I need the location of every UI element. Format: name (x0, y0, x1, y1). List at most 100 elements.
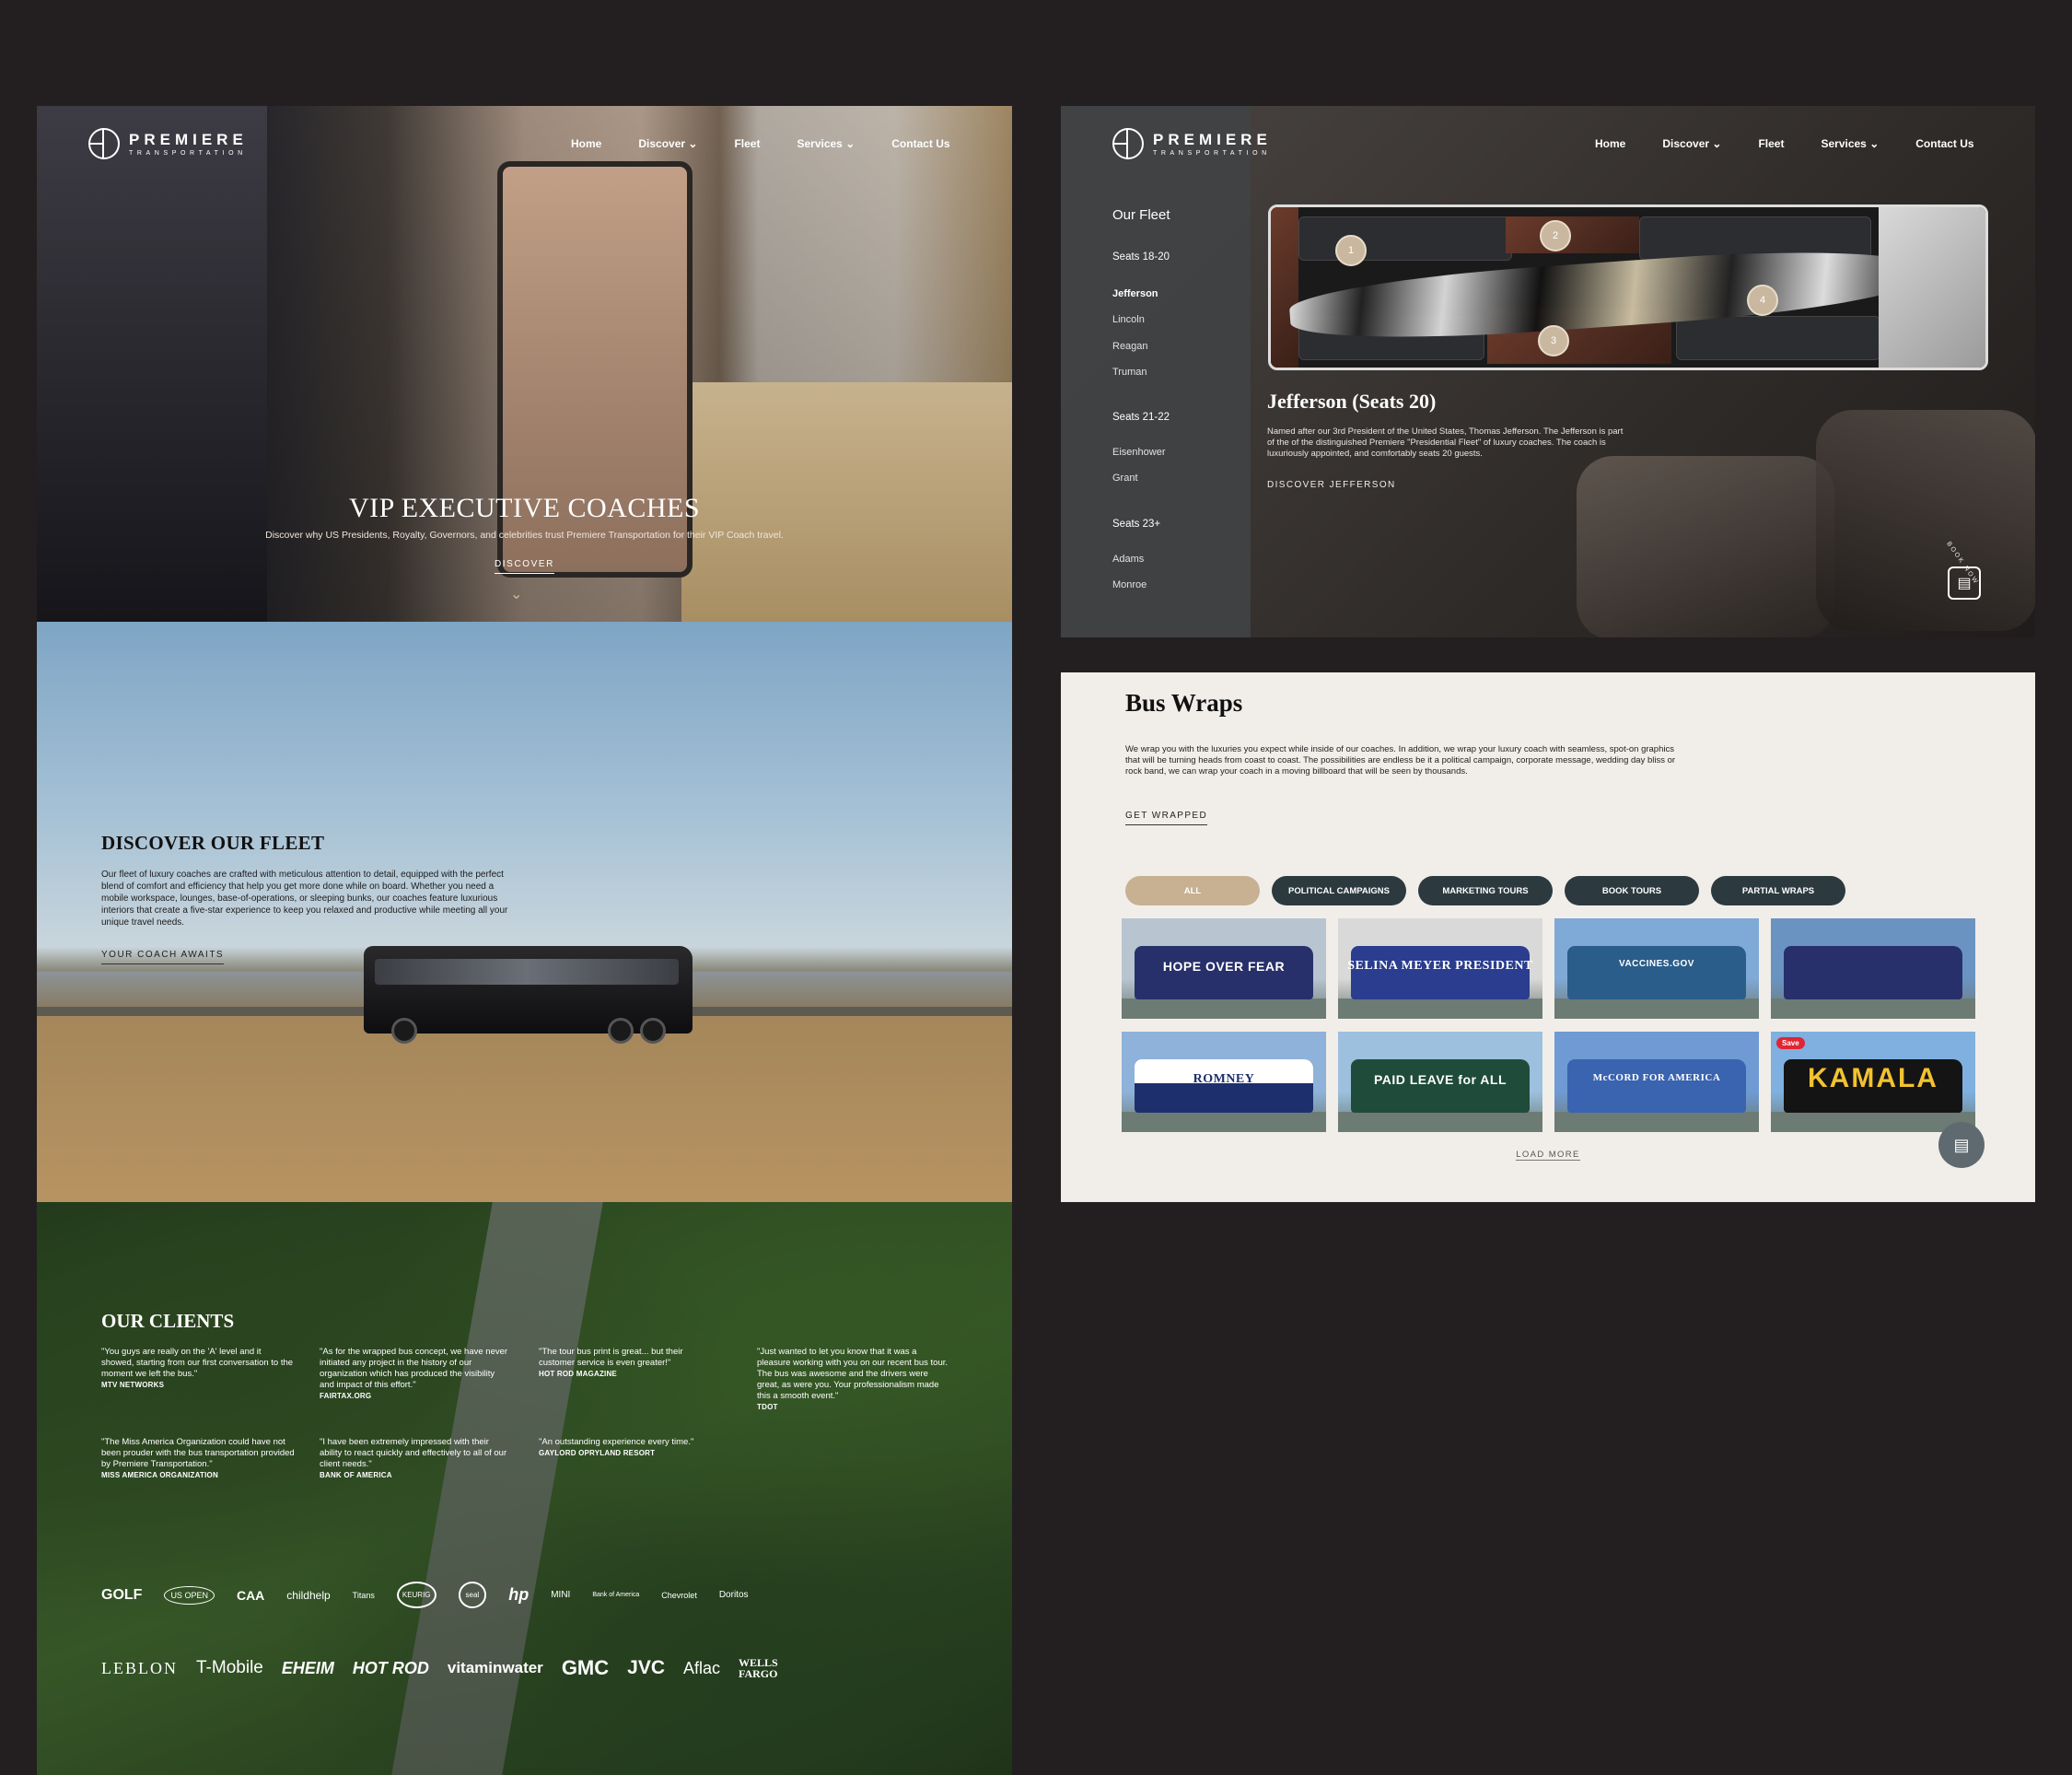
wrap-thumb[interactable]: ROMNEY (1122, 1032, 1326, 1132)
sidebar-item-adams[interactable]: Adams (1112, 554, 1144, 565)
sidebar-item-grant[interactable]: Grant (1112, 473, 1138, 484)
sidebar-item-truman[interactable]: Truman (1112, 367, 1147, 378)
wheel-icon (608, 1018, 634, 1044)
coach-title: Jefferson (Seats 20) (1267, 390, 1437, 413)
wrap-caption: ROMNEY (1193, 1072, 1255, 1086)
wrap-thumb[interactable]: McCORD FOR AMERICA (1554, 1032, 1759, 1132)
chevron-down-icon: ⌄ (1869, 137, 1880, 150)
filter-all[interactable]: ALL (1125, 876, 1260, 905)
filter-book-tours[interactable]: BOOK TOURS (1565, 876, 1699, 905)
overlay (37, 1202, 1012, 1775)
wrap-thumb[interactable]: PAID LEAVE for ALL (1338, 1032, 1542, 1132)
main-nav: Home Discover ⌄ Fleet Services ⌄ Contact… (1595, 137, 1974, 150)
brand-sub: TRANSPORTATION (129, 149, 247, 157)
main-nav: Home Discover ⌄ Fleet Services ⌄ Contact… (571, 137, 950, 150)
brand-logo[interactable]: PREMIERE TRANSPORTATION (88, 128, 248, 159)
sidebar-item-reagan[interactable]: Reagan (1112, 341, 1148, 352)
nav-home[interactable]: Home (1595, 137, 1625, 150)
fleet-body: Our fleet of luxury coaches are crafted … (101, 870, 508, 928)
save-button[interactable]: Save (1776, 1037, 1805, 1049)
clients-heading: OUR CLIENTS (101, 1310, 235, 1332)
testimonial: "I have been extremely impressed with th… (320, 1437, 507, 1479)
scroll-down-icon[interactable]: ⌄ (510, 585, 522, 603)
seat-marker[interactable]: 2 (1540, 220, 1571, 251)
chevron-down-icon: ⌄ (845, 137, 856, 150)
bus-wraps-section: Bus Wraps We wrap you with the luxuries … (1061, 672, 2035, 1202)
seat-marker[interactable]: 4 (1747, 285, 1778, 316)
wrap-filters: ALL POLITICAL CAMPAIGNS MARKETING TOURS … (1125, 876, 1845, 905)
eheim-logo: EHEIM (281, 1658, 334, 1677)
seat-marker[interactable]: 1 (1335, 235, 1367, 266)
bus-icon[interactable]: ▤ (1938, 1122, 1985, 1168)
brand-logo[interactable]: PREMIERE TRANSPORTATION (1112, 128, 1272, 159)
testimonial: "The tour bus print is great... but thei… (539, 1347, 718, 1380)
nav-fleet[interactable]: Fleet (734, 137, 760, 150)
sofa-row (1298, 216, 1512, 261)
sidebar-item-jefferson[interactable]: Jefferson (1112, 288, 1158, 299)
get-wrapped-link[interactable]: GET WRAPPED (1125, 811, 1208, 825)
aflac-logo: Aflac (683, 1658, 721, 1677)
gmc-logo: GMC (561, 1656, 610, 1679)
nav-contact[interactable]: Contact Us (891, 137, 949, 150)
wrap-caption: KAMALA (1808, 1063, 1938, 1093)
wrap-thumb[interactable]: SELINA MEYER PRESIDENT (1338, 918, 1542, 1019)
seal-logo: seal (458, 1582, 487, 1608)
testimonial-source: BANK OF AMERICA (320, 1471, 392, 1479)
wrap-caption: HOPE OVER FEAR (1162, 959, 1286, 974)
load-more-link[interactable]: LOAD MORE (1516, 1150, 1580, 1161)
bus-wraps-body: We wrap you with the luxuries you expect… (1125, 744, 1676, 777)
chevron-down-icon: ⌄ (688, 137, 698, 150)
sidebar-item-lincoln[interactable]: Lincoln (1112, 314, 1145, 325)
discover-link[interactable]: DISCOVER (494, 559, 555, 574)
vitaminwater-logo: vitaminwater (447, 1659, 543, 1676)
nav-services[interactable]: Services ⌄ (1821, 137, 1879, 150)
brand-name: PREMIERE (129, 130, 248, 148)
wrap-thumb[interactable]: VACCINES.GOV (1554, 918, 1759, 1019)
nav-discover[interactable]: Discover ⌄ (1662, 137, 1721, 150)
seat-marker[interactable]: 3 (1538, 325, 1569, 356)
wrap-thumb[interactable]: HOPE OVER FEAR (1122, 918, 1326, 1019)
nav-services[interactable]: Services ⌄ (797, 137, 855, 150)
wrap-thumb[interactable] (1771, 918, 1975, 1019)
sidebar-item-monroe[interactable]: Monroe (1112, 579, 1147, 590)
nav-discover[interactable]: Discover ⌄ (638, 137, 697, 150)
fleet-section: DISCOVER OUR FLEET Our fleet of luxury c… (37, 622, 1012, 1202)
wrap-caption: McCORD FOR AMERICA (1592, 1072, 1721, 1083)
nav-home[interactable]: Home (571, 137, 601, 150)
us-open-logo: US OPEN (164, 1585, 215, 1605)
jvc-logo: JVC (627, 1657, 665, 1678)
filter-marketing-tours[interactable]: MARKETING TOURS (1418, 876, 1553, 905)
testimonial-source: GAYLORD OPRYLAND RESORT (539, 1449, 656, 1457)
coach-exterior-image (37, 106, 267, 622)
nav-fleet[interactable]: Fleet (1758, 137, 1784, 150)
leblon-logo: LEBLON (101, 1658, 178, 1677)
sidebar-item-eisenhower[interactable]: Eisenhower (1112, 447, 1165, 458)
your-coach-awaits-link[interactable]: YOUR COACH AWAITS (101, 950, 225, 964)
brand-name: PREMIERE (1153, 130, 1272, 148)
sidebar-group-seats-18-20[interactable]: Seats 18-20 (1112, 251, 1170, 263)
sofa-row (1676, 316, 1880, 360)
discover-jefferson-link[interactable]: DISCOVER JEFFERSON (1267, 480, 1396, 490)
client-logos-row-2: LEBLON T-Mobile EHEIM HOT ROD vitaminwat… (101, 1656, 794, 1680)
wrap-caption: PAID LEAVE for ALL (1373, 1072, 1507, 1087)
testimonial: "The Miss America Organization could hav… (101, 1437, 295, 1479)
hp-logo: hp (508, 1585, 530, 1604)
bus-icon[interactable]: ▤ (1948, 566, 1981, 600)
chevrolet-logo: Chevrolet (661, 1590, 697, 1600)
doritos-logo: Doritos (718, 1590, 749, 1600)
testimonial-source: MTV NETWORKS (101, 1381, 165, 1389)
nav-contact[interactable]: Contact Us (1915, 137, 1973, 150)
interior-seat-image (1577, 456, 1834, 637)
fleet-sidebar (1061, 106, 1251, 637)
filter-political-campaigns[interactable]: POLITICAL CAMPAIGNS (1272, 876, 1406, 905)
filter-partial-wraps[interactable]: PARTIAL WRAPS (1711, 876, 1845, 905)
brand-sub: TRANSPORTATION (1153, 149, 1271, 157)
bank-of-america-logo: Bank of America (592, 1592, 640, 1598)
sidebar-group-seats-21-22[interactable]: Seats 21-22 (1112, 412, 1170, 423)
wrap-thumb[interactable]: KAMALA Save (1771, 1032, 1975, 1132)
sidebar-group-seats-23[interactable]: Seats 23+ (1112, 519, 1160, 530)
bus-wraps-heading: Bus Wraps (1125, 689, 1243, 717)
golf-logo: GOLF (101, 1586, 143, 1603)
coach-description: Named after our 3rd President of the Uni… (1267, 426, 1624, 459)
testimonial: "You guys are really on the 'A' level an… (101, 1347, 294, 1389)
